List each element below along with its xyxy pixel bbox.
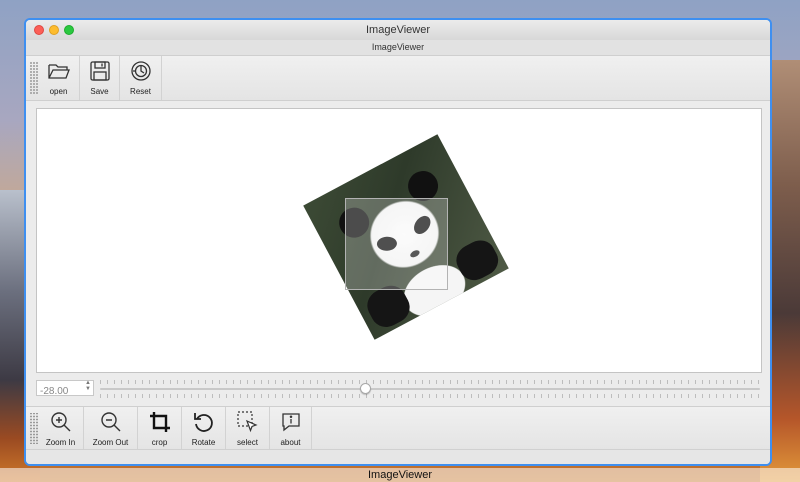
zoom-out-icon xyxy=(100,412,120,432)
zoom-out-button[interactable]: Zoom Out xyxy=(84,407,138,450)
rotation-slider[interactable] xyxy=(100,378,760,400)
save-button[interactable]: Save xyxy=(80,56,120,100)
window-subtitle: ImageViewer xyxy=(26,40,770,56)
zoom-out-label: Zoom Out xyxy=(92,438,129,447)
rotate-label: Rotate xyxy=(191,438,216,447)
folder-open-icon xyxy=(47,64,70,79)
rotate-button[interactable]: Rotate xyxy=(182,407,226,450)
spinbox-arrows-icon[interactable]: ▲ ▼ xyxy=(84,380,92,392)
panda-arm-right xyxy=(451,234,504,286)
slider-thumb[interactable] xyxy=(359,383,371,394)
toolbar-grip[interactable] xyxy=(30,413,38,444)
save-label: Save xyxy=(90,87,109,96)
reset-button[interactable]: Reset xyxy=(120,56,162,100)
select-label: select xyxy=(237,438,258,447)
slider-ticks-bottom xyxy=(100,394,760,398)
open-button[interactable]: open xyxy=(38,56,80,100)
reset-label: Reset xyxy=(130,87,151,96)
about-icon xyxy=(281,413,300,432)
rotation-value-input[interactable] xyxy=(37,384,80,399)
about-button[interactable]: about xyxy=(270,407,312,450)
rotate-icon xyxy=(193,413,213,432)
crop-icon xyxy=(149,412,170,432)
crop-button[interactable]: crop xyxy=(138,407,182,450)
zoom-in-label: Zoom In xyxy=(45,438,76,447)
crop-label: crop xyxy=(151,438,168,447)
open-label: open xyxy=(49,87,68,96)
toolbar-grip[interactable] xyxy=(30,62,38,94)
select-icon xyxy=(236,411,258,433)
floppy-disk-icon xyxy=(89,61,110,81)
app-window: ImageViewer ImageViewer open Save Reset xyxy=(24,18,772,466)
zoom-in-button[interactable]: Zoom In xyxy=(38,407,84,450)
slider-track[interactable] xyxy=(100,388,760,390)
image-canvas[interactable] xyxy=(36,108,762,373)
title-bar[interactable]: ImageViewer xyxy=(26,20,770,41)
rotation-control: ▲▼ xyxy=(36,378,760,400)
top-toolbar: open Save Reset xyxy=(26,56,770,101)
zoom-in-icon xyxy=(50,412,70,432)
desktop-caption: ImageViewer xyxy=(0,468,800,482)
status-bar xyxy=(26,449,770,464)
selection-rectangle[interactable] xyxy=(345,198,448,290)
select-button[interactable]: select xyxy=(226,407,270,450)
reset-icon xyxy=(130,61,151,81)
slider-ticks-top xyxy=(100,380,760,384)
window-title: ImageViewer xyxy=(366,24,430,36)
about-label: about xyxy=(280,438,301,447)
bottom-toolbar: Zoom In Zoom Out crop Rotate select abou… xyxy=(26,406,770,451)
